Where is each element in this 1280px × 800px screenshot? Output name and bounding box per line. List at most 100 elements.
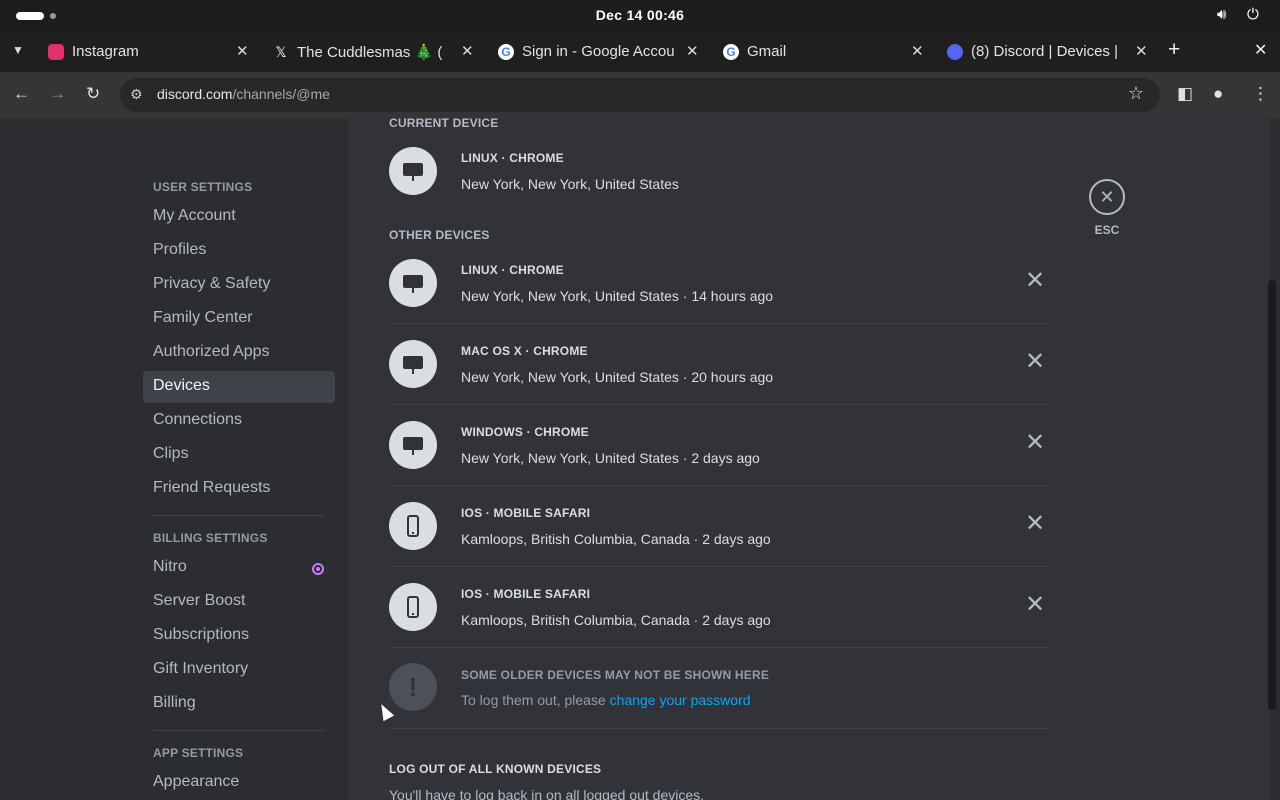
sidebar-divider xyxy=(153,730,325,731)
billing-settings-header: BILLING SETTINGS xyxy=(153,531,268,545)
sidebar-item-my-account[interactable]: My Account xyxy=(143,201,335,233)
exclamation-icon: ! xyxy=(389,663,437,711)
close-tab-icon[interactable]: ✕ xyxy=(911,42,924,60)
device-row: IOS · MOBILE SAFARI Kamloops, British Co… xyxy=(389,567,1048,648)
device-name: IOS · MOBILE SAFARI xyxy=(461,587,591,601)
sidebar-item-devices[interactable]: Devices xyxy=(143,371,335,403)
side-panel-icon[interactable]: ◧ xyxy=(1177,84,1193,104)
google-icon: G xyxy=(498,44,514,60)
older-devices-notice-title: SOME OLDER DEVICES MAY NOT BE SHOWN HERE xyxy=(461,668,770,682)
sidebar-item-privacy-safety[interactable]: Privacy & Safety xyxy=(143,269,335,301)
sidebar-item-appearance[interactable]: Appearance xyxy=(143,767,335,799)
device-row: LINUX · CHROME New York, New York, Unite… xyxy=(389,243,1048,324)
device-location: New York, New York, United States · 2 da… xyxy=(461,450,760,466)
device-name: IOS · MOBILE SAFARI xyxy=(461,506,591,520)
monitor-icon xyxy=(389,421,437,469)
device-row: IOS · MOBILE SAFARI Kamloops, British Co… xyxy=(389,486,1048,567)
change-password-link[interactable]: change your password xyxy=(610,692,751,708)
sidebar-item-nitro[interactable]: Nitro xyxy=(143,552,335,584)
browser-tab-bar: ▼ Instagram ✕ 𝕏 The Cuddlesmas 🎄 ( ✕ G S… xyxy=(0,32,1280,72)
sidebar-item-subscriptions[interactable]: Subscriptions xyxy=(143,620,335,652)
back-icon[interactable]: ← xyxy=(13,84,30,104)
sidebar-item-authorized-apps[interactable]: Authorized Apps xyxy=(143,337,335,369)
phone-icon xyxy=(389,583,437,631)
device-location: New York, New York, United States · 20 h… xyxy=(461,369,774,385)
device-name: MAC OS X · CHROME xyxy=(461,344,588,358)
device-location: New York, New York, United States · 14 h… xyxy=(461,288,774,304)
tab-search-chevron-icon[interactable]: ▼ xyxy=(12,43,24,57)
tab-title: The Cuddlesmas 🎄 ( xyxy=(297,44,443,61)
logout-all-description: You'll have to log back in on all logged… xyxy=(389,787,705,800)
app-settings-header: APP SETTINGS xyxy=(153,746,244,760)
phone-icon xyxy=(389,502,437,550)
new-tab-icon[interactable]: + xyxy=(1168,38,1180,62)
logout-device-close-icon[interactable]: ✕ xyxy=(1025,347,1045,376)
os-top-bar: Dec 14 00:46 🔊︎ ⏻ xyxy=(0,0,1280,32)
logout-device-close-icon[interactable]: ✕ xyxy=(1025,428,1045,457)
volume-icon[interactable]: 🔊︎ xyxy=(1217,6,1226,23)
close-window-icon[interactable]: ✕ xyxy=(1254,40,1267,60)
scrollbar-thumb[interactable] xyxy=(1268,280,1276,710)
device-location: New York, New York, United States xyxy=(461,176,679,192)
sidebar-item-gift-inventory[interactable]: Gift Inventory xyxy=(143,654,335,686)
bookmark-star-icon[interactable]: ☆ xyxy=(1128,83,1144,104)
tab-gmail[interactable]: G Gmail ✕ xyxy=(723,36,931,68)
device-location: Kamloops, British Columbia, Canada · 2 d… xyxy=(461,531,771,547)
esc-label: ESC xyxy=(1094,223,1120,237)
tab-title: Gmail xyxy=(747,43,787,60)
browser-toolbar: ← → ↻ ⚙︎ discord.com/channels/@me ☆ ◧ ● … xyxy=(0,72,1280,118)
current-device-row: LINUX · CHROME New York, New York, Unite… xyxy=(389,147,1048,203)
forward-icon[interactable]: → xyxy=(49,84,66,104)
close-tab-icon[interactable]: ✕ xyxy=(236,42,249,60)
logout-device-close-icon[interactable]: ✕ xyxy=(1025,590,1045,619)
sidebar-item-profiles[interactable]: Profiles xyxy=(143,235,335,267)
logout-all-header: LOG OUT OF ALL KNOWN DEVICES xyxy=(389,762,602,776)
instagram-icon xyxy=(48,44,64,60)
logout-device-close-icon[interactable]: ✕ xyxy=(1025,266,1045,295)
sidebar-item-clips[interactable]: Clips xyxy=(143,439,335,471)
reload-icon[interactable]: ↻ xyxy=(86,84,100,104)
user-settings-header: USER SETTINGS xyxy=(153,180,253,194)
sidebar-item-connections[interactable]: Connections xyxy=(143,405,335,437)
device-location: Kamloops, British Columbia, Canada · 2 d… xyxy=(461,612,771,628)
discord-icon xyxy=(947,44,963,60)
tab-google-signin[interactable]: G Sign in - Google Accou ✕ xyxy=(498,36,706,68)
tab-title: Instagram xyxy=(72,43,139,60)
device-name: WINDOWS · CHROME xyxy=(461,425,589,439)
close-settings-icon[interactable]: ✕ xyxy=(1089,179,1125,215)
sidebar-item-server-boost[interactable]: Server Boost xyxy=(143,586,335,618)
monitor-icon xyxy=(389,147,437,195)
address-bar[interactable]: ⚙︎ discord.com/channels/@me ☆ xyxy=(120,78,1160,112)
device-name: LINUX · CHROME xyxy=(461,151,564,165)
profile-icon[interactable]: ● xyxy=(1213,84,1223,104)
older-devices-notice-text: To log them out, please change your pass… xyxy=(461,692,751,708)
device-row: WINDOWS · CHROME New York, New York, Uni… xyxy=(389,405,1048,486)
tab-discord-devices[interactable]: (8) Discord | Devices | U ✕ xyxy=(947,36,1155,68)
menu-kebab-icon[interactable]: ⋮ xyxy=(1252,84,1269,104)
logout-device-close-icon[interactable]: ✕ xyxy=(1025,509,1045,538)
device-row: MAC OS X · CHROME New York, New York, Un… xyxy=(389,324,1048,405)
x-logo-icon: 𝕏 xyxy=(273,44,289,60)
close-tab-icon[interactable]: ✕ xyxy=(686,42,699,60)
sidebar-item-billing[interactable]: Billing xyxy=(143,688,335,720)
close-tab-icon[interactable]: ✕ xyxy=(461,42,474,60)
monitor-icon xyxy=(389,259,437,307)
system-clock[interactable]: Dec 14 00:46 xyxy=(0,7,1280,23)
tab-instagram[interactable]: Instagram ✕ xyxy=(48,36,256,68)
device-name: LINUX · CHROME xyxy=(461,263,564,277)
sidebar-item-family-center[interactable]: Family Center xyxy=(143,303,335,335)
tab-cuddlesmas[interactable]: 𝕏 The Cuddlesmas 🎄 ( ✕ xyxy=(273,36,481,68)
other-devices-header: OTHER DEVICES xyxy=(389,228,490,242)
google-icon: G xyxy=(723,44,739,60)
tab-title: (8) Discord | Devices | U xyxy=(971,43,1123,60)
url-text[interactable]: discord.com/channels/@me xyxy=(157,86,330,102)
current-device-header: CURRENT DEVICE xyxy=(389,116,499,130)
sidebar-divider xyxy=(153,515,325,516)
close-tab-icon[interactable]: ✕ xyxy=(1135,42,1148,60)
nitro-badge-icon xyxy=(312,563,324,575)
monitor-icon xyxy=(389,340,437,388)
power-icon[interactable]: ⏻ xyxy=(1247,6,1259,23)
sidebar-item-friend-requests[interactable]: Friend Requests xyxy=(143,473,335,505)
tab-title: Sign in - Google Accou xyxy=(522,43,674,60)
site-info-icon[interactable]: ⚙︎ xyxy=(130,86,143,103)
